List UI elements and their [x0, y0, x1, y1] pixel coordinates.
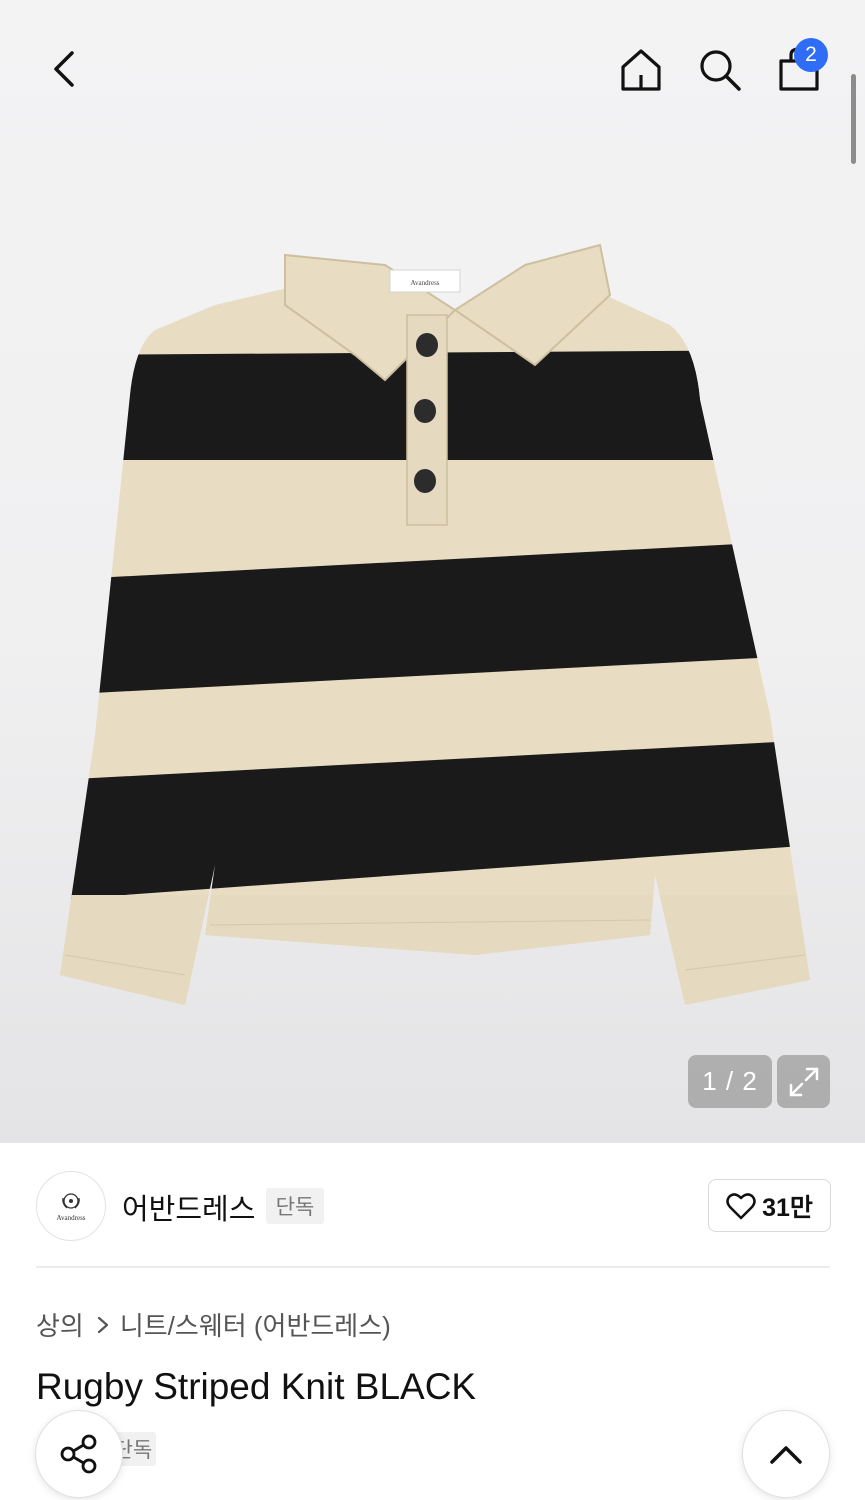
product-title: Rugby Striped Knit BLACK: [36, 1366, 477, 1407]
breadcrumb-item-category[interactable]: 니트/스웨터 (어반드레스): [120, 1306, 391, 1343]
expand-image-button[interactable]: [777, 1055, 830, 1108]
breadcrumb-item-top[interactable]: 상의: [36, 1306, 84, 1343]
heart-icon: [726, 1192, 756, 1219]
expand-icon: [789, 1067, 818, 1096]
brand-logo[interactable]: Avandress: [36, 1171, 106, 1241]
home-button[interactable]: [614, 42, 668, 96]
chevron-right-icon: [96, 1315, 110, 1335]
back-button[interactable]: [36, 42, 90, 96]
like-button[interactable]: 31만: [708, 1179, 831, 1232]
garment-label: Avandress: [410, 279, 439, 287]
like-count: 31만: [762, 1193, 813, 1222]
share-button[interactable]: [35, 1410, 123, 1498]
cart-count-badge: 2: [794, 38, 828, 72]
chevron-up-icon: [770, 1446, 802, 1464]
search-button[interactable]: [692, 42, 746, 96]
exclusive-tag: 단독: [266, 1188, 324, 1224]
product-image[interactable]: Avandress: [55, 235, 815, 1020]
divider: [36, 1266, 830, 1268]
top-navigation: 2: [0, 0, 865, 140]
image-page-indicator: 1 / 2: [688, 1055, 772, 1108]
back-arrow-icon: [54, 51, 74, 87]
search-icon: [700, 50, 741, 91]
scroll-to-top-button[interactable]: [742, 1410, 830, 1498]
laurel-logo-icon: [62, 1193, 80, 1209]
home-icon: [621, 49, 661, 91]
product-gallery[interactable]: Avandress 2 1 / 2: [0, 0, 865, 1143]
brand-name[interactable]: 어반드레스: [122, 1186, 255, 1228]
share-icon: [60, 1434, 97, 1474]
breadcrumb: 상의 니트/스웨터 (어반드레스): [36, 1306, 391, 1343]
brand-logo-text: Avandress: [56, 1214, 86, 1222]
scrollbar[interactable]: [851, 74, 856, 164]
